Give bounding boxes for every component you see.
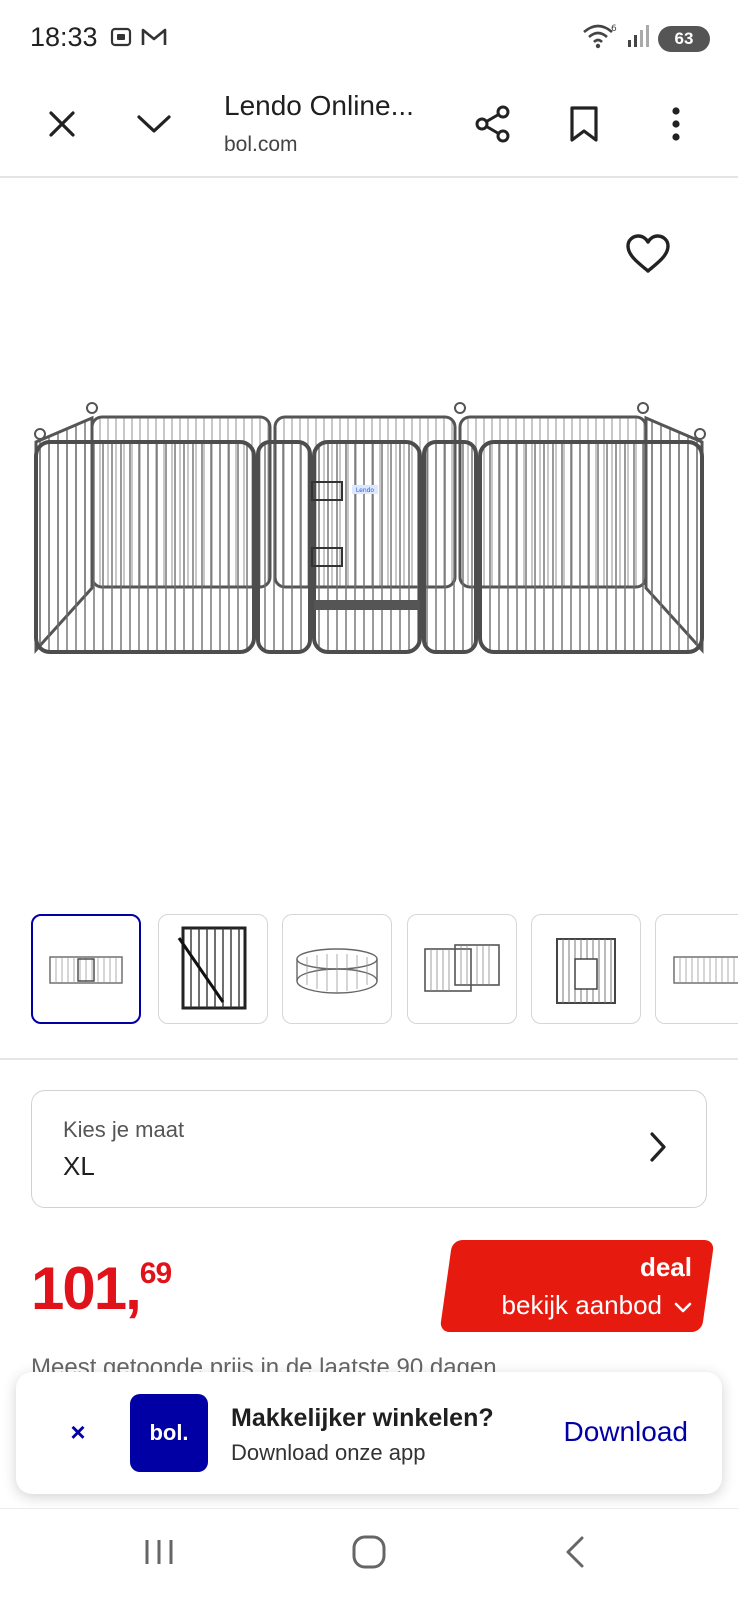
chevron-down-icon (674, 1290, 692, 1321)
banner-title: Makkelijker winkelen? (231, 1404, 494, 1432)
battery-icon: 63 (658, 25, 710, 52)
wifi-icon: 6 (582, 22, 618, 55)
home-icon (351, 1534, 387, 1575)
recents-icon (142, 1537, 176, 1572)
bookmark-button[interactable] (556, 98, 612, 154)
back-icon (564, 1535, 586, 1574)
size-selector[interactable]: Kies je maat XL (31, 1090, 707, 1208)
heart-icon (625, 233, 671, 280)
deal-subtitle: bekijk aanbod (501, 1290, 662, 1320)
deal-button[interactable]: deal bekijk aanbod (439, 1240, 715, 1332)
chevron-right-icon (648, 1131, 668, 1168)
browser-toolbar: Lendo Online... bol.com (0, 78, 738, 178)
status-time: 18:33 (30, 22, 98, 52)
pen-side-panels (34, 415, 706, 654)
product-price: 101,69 (31, 1254, 172, 1323)
more-options-button[interactable] (648, 98, 704, 154)
close-button[interactable] (34, 98, 90, 154)
banner-close-button[interactable]: × (58, 1412, 98, 1452)
size-selector-label: Kies je maat (63, 1117, 185, 1142)
thumbnail[interactable] (158, 914, 268, 1024)
status-bar: 18:33 6 63 (0, 0, 738, 78)
product-image-area[interactable]: Lendo (0, 180, 738, 890)
status-notification-icons (108, 24, 168, 55)
price-main: 101, (31, 1255, 142, 1322)
app-download-banner: × bol. Makkelijker winkelen? Download on… (16, 1372, 722, 1494)
more-vert-icon (670, 106, 682, 147)
chevron-down-icon (136, 113, 172, 140)
favorite-button[interactable] (620, 228, 676, 284)
share-icon (473, 104, 513, 149)
back-button[interactable] (540, 1529, 610, 1579)
thumbnail[interactable] (655, 914, 738, 1024)
thumbnail[interactable] (407, 914, 517, 1024)
svg-text:6: 6 (611, 24, 617, 34)
bookmark-icon (568, 105, 600, 148)
thumbnail[interactable] (282, 914, 392, 1024)
thumbnail[interactable] (531, 914, 641, 1024)
price-cents: 69 (139, 1257, 172, 1290)
system-nav-bar (0, 1508, 738, 1600)
deal-title: deal (639, 1252, 692, 1282)
screenshot-icon (108, 24, 134, 55)
close-icon (47, 109, 77, 144)
minimize-button[interactable] (126, 98, 182, 154)
share-button[interactable] (465, 98, 521, 154)
page-domain: bol.com (224, 133, 298, 156)
pen-back-panels (86, 402, 649, 589)
thumbnail-strip (31, 914, 738, 1026)
banner-download-link[interactable]: Download (563, 1416, 688, 1448)
home-button[interactable] (334, 1529, 404, 1579)
battery-level: 63 (674, 28, 694, 48)
section-divider (0, 1058, 738, 1060)
thumbnail[interactable] (31, 914, 141, 1024)
page-title: Lendo Online... (224, 90, 414, 121)
banner-subtitle: Download onze app (231, 1440, 426, 1465)
recents-button[interactable] (124, 1529, 194, 1579)
gmail-icon (140, 24, 168, 55)
deal-subtitle-row: bekijk aanbod (502, 1290, 692, 1321)
bol-logo: bol. (130, 1394, 208, 1472)
signal-icon (626, 23, 650, 54)
pen-front-panels: Lendo (34, 440, 704, 654)
product-photo: Lendo (34, 402, 706, 654)
product-photo-label: Lendo (356, 487, 375, 494)
size-selector-value: XL (63, 1151, 95, 1181)
bol-logo-text: bol. (149, 1420, 189, 1445)
status-system-icons: 6 63 (582, 22, 710, 55)
